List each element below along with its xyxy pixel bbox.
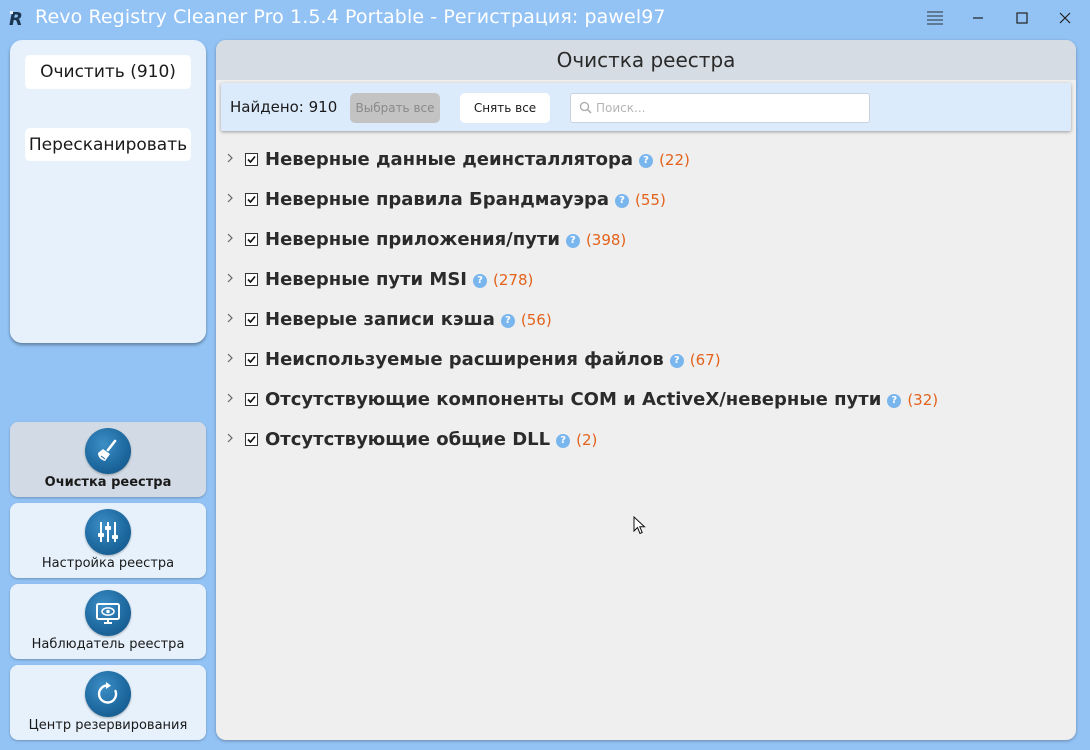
nav-backup-center[interactable]: Центр резервирования [10, 665, 206, 740]
item-count: (2) [576, 431, 598, 449]
help-icon[interactable]: ? [473, 274, 487, 288]
checkmark-icon [247, 195, 256, 204]
chevron-right-icon[interactable] [225, 392, 235, 404]
checkmark-icon [247, 315, 256, 324]
tree-item-shared-dll[interactable]: Отсутствующие общие DLL? (2) [216, 420, 1076, 460]
chevron-right-icon[interactable] [225, 432, 235, 444]
item-count: (278) [493, 271, 534, 289]
item-checkbox[interactable] [245, 353, 258, 366]
checkmark-icon [247, 355, 256, 364]
chevron-right-icon[interactable] [225, 192, 235, 204]
nav-label: Настройка реестра [41, 556, 175, 571]
item-label: Неверные правила Брандмауэра [265, 189, 610, 210]
item-checkbox[interactable] [245, 193, 258, 206]
tree-item-msi-paths[interactable]: Неверные пути MSI? (278) [216, 260, 1076, 300]
help-icon[interactable]: ? [887, 394, 902, 408]
toolbar: Найдено: 910 Выбрать все Снять все [221, 83, 1071, 131]
item-checkbox[interactable] [245, 273, 258, 286]
help-icon[interactable]: ? [669, 354, 684, 368]
item-checkbox[interactable] [245, 153, 258, 166]
deselect-all-button[interactable]: Снять все [460, 93, 550, 123]
nav-registry-tuning[interactable]: Настройка реестра [10, 503, 206, 578]
nav-label: Очистка реестра [44, 475, 172, 490]
menu-icon[interactable] [922, 6, 948, 30]
minimize-icon[interactable] [965, 6, 991, 30]
item-label: Отсутствующие компоненты COM и ActiveX/н… [265, 389, 882, 410]
nav-label: Центр резервирования [28, 718, 188, 733]
search-icon [579, 101, 592, 114]
item-count: (398) [585, 231, 627, 249]
item-count: (67) [689, 351, 721, 369]
maximize-icon[interactable] [1009, 6, 1035, 30]
nav-registry-cleaner[interactable]: Очистка реестра [10, 422, 206, 497]
help-icon[interactable]: ? [639, 154, 654, 168]
checkmark-icon [247, 435, 256, 444]
item-label: Неверные приложения/пути [265, 229, 560, 250]
page-title: Очистка реестра [216, 40, 1076, 80]
window-title: Revo Registry Cleaner Pro 1.5.4 Portable… [35, 6, 666, 28]
item-checkbox[interactable] [245, 233, 258, 246]
clean-button[interactable]: Очистить (910) [25, 55, 191, 89]
tree-item-com-activex[interactable]: Отсутствующие компоненты COM и ActiveX/н… [216, 380, 1076, 420]
tree-item-app-paths[interactable]: Неверные приложения/пути? (398) [216, 220, 1076, 260]
help-icon[interactable]: ? [500, 314, 515, 328]
tree-item-file-extensions[interactable]: Неиспользуемые расширения файлов? (67) [216, 340, 1076, 380]
chevron-right-icon[interactable] [225, 312, 235, 324]
mouse-cursor-icon [633, 516, 646, 535]
search-box[interactable] [570, 93, 870, 123]
rescan-button[interactable]: Пересканировать [25, 128, 191, 161]
chevron-right-icon[interactable] [225, 152, 235, 164]
item-label: Неверые записи кэша [265, 309, 495, 330]
close-icon[interactable] [1052, 6, 1078, 30]
item-count: (56) [520, 311, 552, 329]
select-all-button[interactable]: Выбрать все [350, 93, 440, 123]
item-count: (32) [907, 391, 939, 409]
tree-item-uninstaller-data[interactable]: Неверные данные деинсталлятора? (22) [216, 140, 1076, 180]
nav-registry-monitor[interactable]: Наблюдатель реестра [10, 584, 206, 659]
tree-item-cache-entries[interactable]: Неверые записи кэша? (56) [216, 300, 1076, 340]
item-checkbox[interactable] [245, 313, 258, 326]
checkmark-icon [247, 395, 256, 404]
chevron-right-icon[interactable] [225, 352, 235, 364]
backup-refresh-icon [85, 671, 131, 717]
help-icon[interactable]: ? [565, 234, 580, 248]
search-input[interactable] [596, 97, 861, 119]
nav-label: Наблюдатель реестра [31, 637, 185, 652]
chevron-right-icon[interactable] [225, 272, 235, 284]
main-panel: Очистка реестра Найдено: 910 Выбрать все… [216, 40, 1076, 740]
action-panel: Очистить (910) Пересканировать [10, 40, 206, 343]
checkmark-icon [247, 155, 256, 164]
item-label: Отсутствующие общие DLL [265, 429, 551, 450]
found-count: Найдено: 910 [230, 98, 338, 116]
monitor-eye-icon [85, 590, 131, 636]
checkmark-icon [247, 235, 256, 244]
item-label: Неиспользуемые расширения файлов [265, 349, 664, 370]
item-label: Неверные пути MSI [265, 269, 467, 290]
item-count: (55) [635, 191, 666, 209]
broom-icon [85, 428, 131, 474]
item-checkbox[interactable] [245, 393, 258, 406]
sliders-icon [85, 509, 131, 555]
checkmark-icon [247, 275, 256, 284]
app-logo-icon: R [8, 8, 28, 30]
item-label: Неверные данные деинсталлятора [265, 149, 634, 170]
item-checkbox[interactable] [245, 433, 258, 446]
chevron-right-icon[interactable] [225, 232, 235, 244]
title-bar: R Revo Registry Cleaner Pro 1.5.4 Portab… [0, 0, 1090, 36]
help-icon[interactable]: ? [615, 194, 630, 208]
item-count: (22) [659, 151, 690, 169]
tree-item-firewall-rules[interactable]: Неверные правила Брандмауэра? (55) [216, 180, 1076, 220]
help-icon[interactable]: ? [556, 434, 571, 448]
